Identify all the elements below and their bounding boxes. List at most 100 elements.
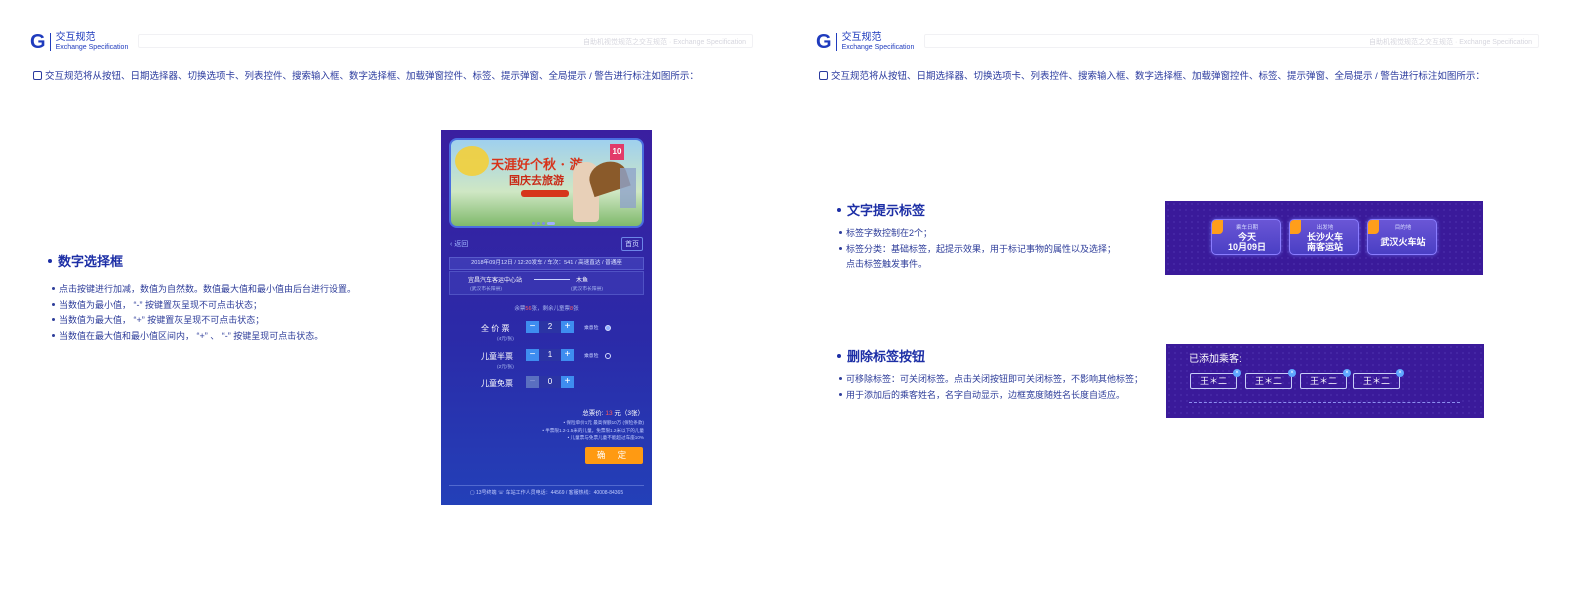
from-station-sub: (武汉市长阳县): [470, 287, 502, 292]
brand-title-en: Exchange Specification: [841, 44, 915, 51]
confirm-button[interactable]: 确 定: [585, 447, 643, 464]
list-item: 点击标签触发事件。: [846, 259, 928, 269]
brand-divider: [49, 33, 51, 51]
section-title-number-selector: 数字选择框: [48, 251, 123, 270]
quantity-stepper: − 2 +: [526, 321, 574, 333]
tag-chip-destination[interactable]: 目的地 武汉火车站: [1367, 219, 1437, 255]
tag-chip-date[interactable]: 乘车日期 今天 10月09日: [1211, 219, 1281, 255]
brand-logo: G 交互规范 Exchange Specification: [30, 32, 128, 52]
route-panel: 宜昌汽车客运中心站 (武汉市长阳县) 木鱼 (武汉市长阳县): [449, 271, 644, 295]
tag-label: 出发地: [1316, 225, 1334, 231]
brand-title-cn: 交互规范: [55, 32, 96, 43]
ticket-name: 儿童半票: [481, 352, 513, 361]
from-station: 宜昌汽车客运中心站: [468, 278, 523, 284]
list-item: 当数值为最大值， “+” 按键置灰呈现不可点击状态；: [52, 313, 356, 329]
tag-value: 武汉火车站: [1380, 237, 1426, 247]
home-button[interactable]: 首页: [621, 237, 643, 251]
total-price: 总票价: 13 元（3张）: [582, 410, 644, 417]
list-item: 点击按键进行加减，数值为自然数。数值最大值和最小值由后台进行设置。: [52, 282, 356, 298]
ticket-name: 全 价 票: [481, 324, 510, 333]
bullet-dot: [48, 259, 52, 263]
passenger-tag[interactable]: 王＊二 ×: [1353, 369, 1404, 389]
banner-slogan-2: 国庆去旅游: [509, 174, 564, 187]
quantity-stepper: − 1 +: [526, 349, 574, 361]
kiosk-screen-mockup: 天涯好个秋 · 游 国庆去旅游 10 ‹ 返回 首页 2018年09月12日 /…: [441, 130, 652, 505]
banner-badge: 10: [610, 144, 624, 160]
delete-tags-demo-panel: 已添加乘客: 王＊二 × 王＊二 × 王＊二 × 王＊二 ×: [1166, 344, 1484, 418]
back-button[interactable]: ‹ 返回: [450, 239, 468, 249]
passenger-tag[interactable]: 王＊二 ×: [1245, 369, 1296, 389]
list-item: 当数值在最大值和最小值区间内， “+” 、 “-” 按键呈现可点击状态。: [52, 329, 356, 345]
insurance-label: 乘意险: [584, 354, 599, 359]
carousel-indicator[interactable]: [532, 222, 555, 225]
carousel-dot-active[interactable]: [547, 222, 555, 225]
brand-title-en: Exchange Specification: [55, 44, 129, 51]
close-icon[interactable]: ×: [1288, 369, 1296, 377]
banner-ribbon: [521, 190, 569, 197]
brand-title-cn: 交互规范: [841, 32, 882, 43]
carousel-dot[interactable]: [542, 222, 545, 225]
carousel-dot[interactable]: [532, 222, 535, 225]
minus-button[interactable]: −: [526, 321, 539, 333]
ticket-notes: • 保险单价1元 最高保额10万 (保险条款) • 半票限1.2-1.5米的儿童…: [542, 419, 644, 442]
dashed-divider: [1189, 402, 1460, 403]
banner-slogan-1: 天涯好个秋 · 游: [491, 158, 583, 173]
link-icon: [33, 71, 42, 80]
bullet-dot: [837, 208, 841, 212]
flower-decoration: [455, 146, 489, 176]
plus-button[interactable]: +: [561, 376, 574, 388]
promo-banner[interactable]: 天涯好个秋 · 游 国庆去旅游 10: [449, 138, 644, 228]
ticket-price: (4元/张): [497, 337, 514, 342]
header-watermark: 自助机视觉规范之交互规范 · Exchange Specification: [583, 39, 746, 46]
insurance-radio[interactable]: [605, 353, 611, 359]
close-icon[interactable]: ×: [1233, 369, 1241, 377]
link-icon: [819, 71, 828, 80]
tag-label: 乘车日期: [1235, 225, 1258, 231]
brand-letter: G: [30, 31, 46, 53]
plus-button[interactable]: +: [561, 321, 574, 333]
header-watermark: 自助机视觉规范之交互规范 · Exchange Specification: [1369, 39, 1532, 46]
passenger-tag[interactable]: 王＊二 ×: [1300, 369, 1351, 389]
remaining-tickets: 余票56张，剩余儿童票8张: [514, 306, 579, 312]
route-line: [534, 279, 570, 280]
ticket-row-free: 儿童免票 − 0 +: [441, 375, 652, 391]
intro-text: 交互规范将从按钮、日期选择器、切换选项卡、列表控件、搜索输入框、数字选择框、加载…: [45, 71, 699, 82]
brand-letter: G: [816, 31, 832, 53]
kiosk-footer: ▢ 13号终端 ☏ 车站工作人员电话：44569 / 客服热线：40008-84…: [469, 490, 624, 496]
close-icon[interactable]: ×: [1343, 369, 1351, 377]
list-item: 标签字数控制在2个；: [839, 226, 1116, 242]
note-item: • 儿童票与免票儿童不能超过车座10%: [567, 435, 644, 440]
quantity-value: 2: [539, 321, 561, 333]
minus-button[interactable]: −: [526, 349, 539, 361]
text-tags-demo-panel: 乘车日期 今天 10月09日 出发地 长沙火车 南客运站 目的地 武汉火车站: [1165, 201, 1483, 275]
tag-value: 今天 10月09日: [1227, 232, 1267, 252]
note-item: • 半票限1.2-1.5米的儿童。免票限1.2米以下的儿童: [542, 427, 644, 433]
intro-text-row: 交互规范将从按钮、日期选择器、切换选项卡、列表控件、搜索输入框、数字选择框、加载…: [819, 68, 1485, 82]
minus-button-disabled[interactable]: −: [526, 376, 539, 388]
to-station: 木鱼: [576, 278, 589, 284]
tag-chip-origin[interactable]: 出发地 长沙火车 南客运站: [1289, 219, 1359, 255]
spec-page-left: G 交互规范 Exchange Specification 自助机视觉规范之交互…: [0, 0, 789, 600]
section-title-delete-tags: 删除标签按钮: [837, 346, 925, 365]
note-item: • 保险单价1元 最高保额10万 (保险条款): [563, 420, 644, 425]
plus-button[interactable]: +: [561, 349, 574, 361]
ticket-row-full: 全 价 票 (4元/张) − 2 + 乘意险: [441, 320, 652, 342]
ticket-price: (2元/张): [497, 365, 514, 370]
insurance-radio[interactable]: [605, 325, 611, 331]
list-item: 标签分类：基础标签，起提示效果，用于标记事物的属性以及选择；: [839, 242, 1116, 258]
pagoda-decoration: [620, 168, 636, 208]
header-bar: 自助机视觉规范之交互规范 · Exchange Specification: [138, 34, 753, 48]
tag-value: 长沙火车 南客运站: [1306, 232, 1343, 252]
brand-divider: [835, 33, 837, 51]
bullet-dot: [837, 354, 841, 358]
passenger-tag[interactable]: 王＊二 ×: [1190, 369, 1241, 389]
carousel-dot[interactable]: [537, 222, 540, 225]
trip-info-bar: 2018年09月12日 / 12:20发车 / 车次：541 / 高速直达 / …: [449, 257, 644, 270]
close-icon[interactable]: ×: [1396, 369, 1404, 377]
footer-divider: [449, 485, 644, 486]
tag-label: 目的地: [1394, 225, 1412, 231]
header-bar: 自助机视觉规范之交互规范 · Exchange Specification: [924, 34, 1539, 48]
intro-text: 交互规范将从按钮、日期选择器、切换选项卡、列表控件、搜索输入框、数字选择框、加载…: [831, 71, 1485, 82]
list-item: 当数值为最小值， “-” 按键置灰呈现不可点击状态；: [52, 298, 356, 314]
list-item: 可移除标签：可关闭标签。点击关闭按钮即可关闭标签，不影响其他标签；: [839, 372, 1143, 388]
